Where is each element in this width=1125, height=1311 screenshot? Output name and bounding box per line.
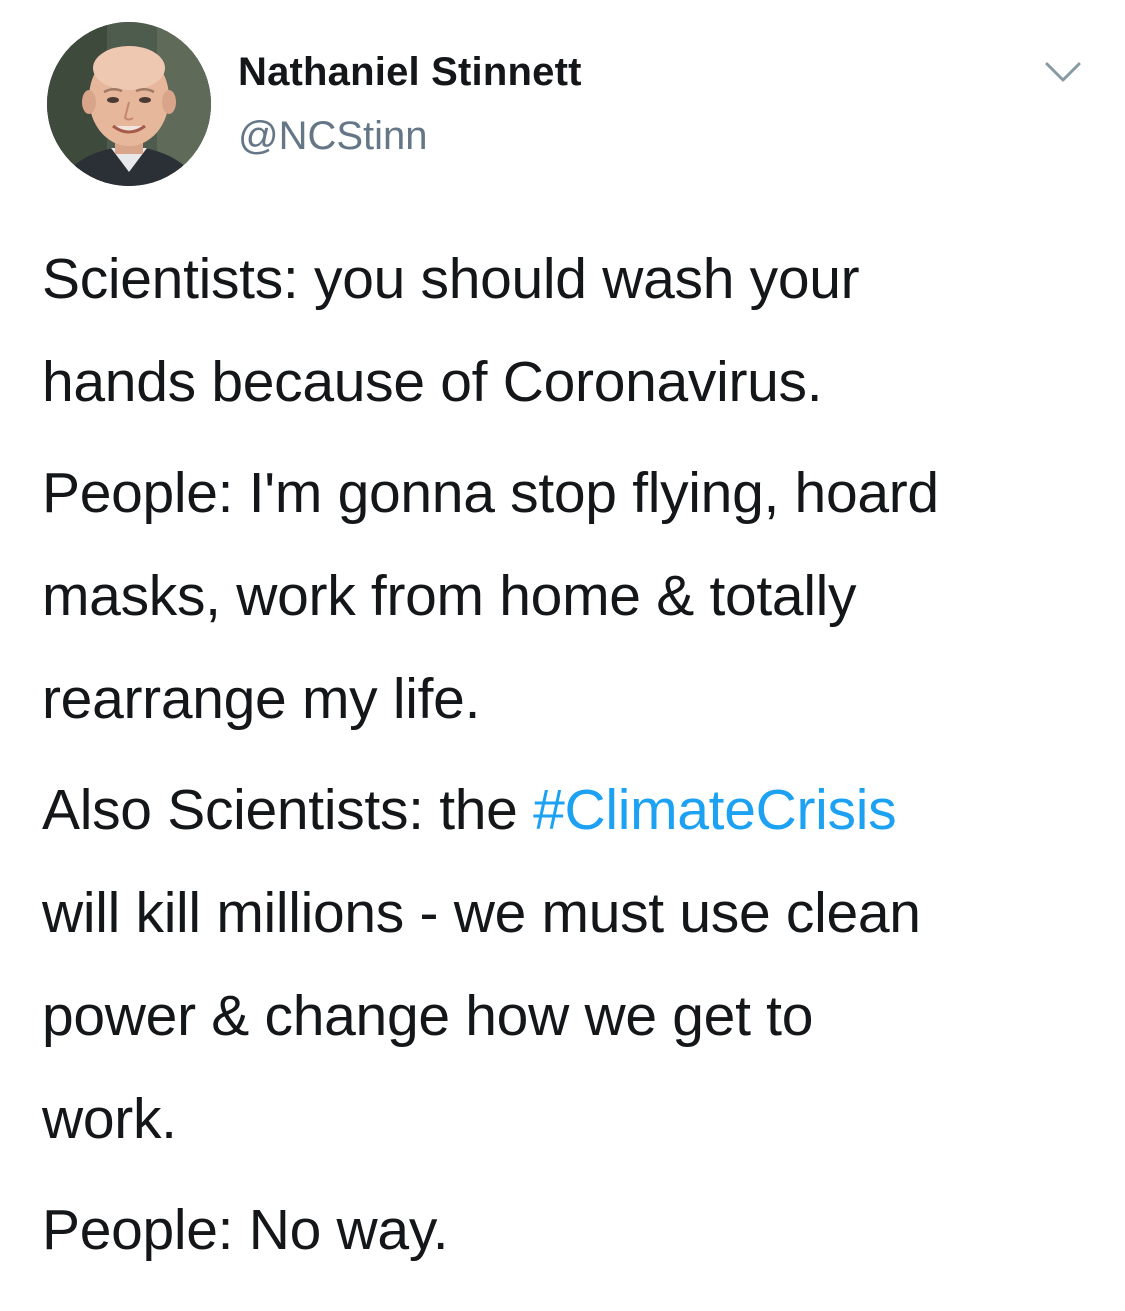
chevron-down-icon[interactable] [1043, 58, 1083, 88]
avatar[interactable] [47, 22, 211, 186]
tweet-paragraph-2: People: I'm gonna stop flying, hoard mas… [42, 461, 939, 731]
tweet: Nathaniel Stinnett @NCStinn Scientists: … [0, 0, 1125, 1311]
tweet-text-segment: will kill millions - we must use clean p… [42, 881, 921, 1151]
tweet-paragraph-1: Scientists: you should wash your hands b… [42, 247, 860, 414]
avatar-photo [47, 22, 211, 186]
tweet-text: Scientists: you should wash your hands b… [42, 228, 1102, 1290]
author-name[interactable]: Nathaniel Stinnett [238, 50, 582, 95]
hashtag-link[interactable]: #ClimateCrisis [533, 778, 896, 842]
tweet-paragraph-4: People: No way. [42, 1198, 449, 1262]
tweet-paragraph-3: Also Scientists: the #ClimateCrisis will… [42, 759, 1102, 1171]
author-handle[interactable]: @NCStinn [238, 114, 428, 159]
tweet-text-segment: Also Scientists: the [42, 778, 534, 842]
